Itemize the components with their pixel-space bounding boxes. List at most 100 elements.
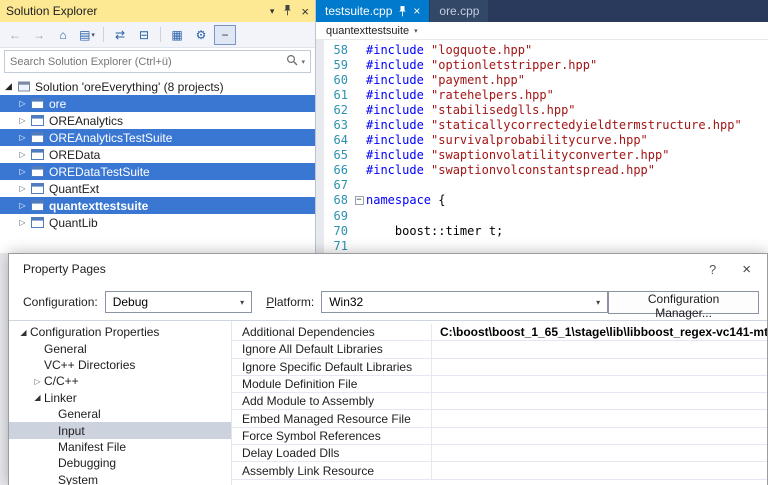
tab-ore-cpp[interactable]: ore.cpp — [430, 0, 488, 22]
code-line[interactable]: 66#include "swaptionvolconstantspread.hp… — [316, 163, 768, 178]
solution-tree-item[interactable]: ▷quantexttestsuite — [0, 197, 315, 214]
solution-tree-item[interactable]: ▷OREData — [0, 146, 315, 163]
code-line[interactable]: 71 — [316, 238, 768, 253]
dialog-tree-item[interactable]: General — [9, 340, 231, 356]
code-editor[interactable]: 58#include "logquote.hpp"59#include "opt… — [316, 40, 768, 253]
property-value[interactable] — [432, 341, 767, 357]
expander-collapsed-icon[interactable]: ▷ — [16, 218, 29, 227]
close-icon[interactable]: × — [301, 4, 309, 19]
tab-testsuite-cpp[interactable]: testsuite.cpp× — [316, 0, 429, 22]
preview-selected-items-icon[interactable]: − — [214, 25, 236, 45]
dialog-tree-label: C/C++ — [44, 374, 79, 388]
solution-tree-item[interactable]: ▷OREAnalytics — [0, 112, 315, 129]
code-text: #include "logquote.hpp" — [366, 43, 768, 57]
show-all-files-icon[interactable]: ▦ — [166, 25, 188, 45]
navigate-forward-icon[interactable]: → — [28, 25, 50, 45]
pin-icon[interactable] — [398, 6, 407, 17]
property-row[interactable]: Module Definition File — [232, 376, 767, 393]
code-line[interactable]: 59#include "optionletstripper.hpp" — [316, 57, 768, 72]
solution-tree: ◢Solution 'oreEverything' (8 projects)▷o… — [0, 76, 315, 253]
dialog-tree-item[interactable]: Debugging — [9, 455, 231, 471]
pin-icon[interactable] — [283, 5, 292, 18]
configuration-manager-button[interactable]: Configuration Manager... — [608, 291, 759, 314]
property-row[interactable]: Additional DependenciesC:\boost\boost_1_… — [232, 324, 767, 341]
code-line[interactable]: 64#include "survivalprobabilitycurve.hpp… — [316, 133, 768, 148]
navigate-back-icon[interactable]: ← — [4, 25, 26, 45]
solution-tree-item[interactable]: ▷ore — [0, 95, 315, 112]
property-value[interactable] — [432, 359, 767, 375]
fold-collapse-icon[interactable]: − — [352, 196, 366, 205]
home-icon[interactable]: ⌂ — [52, 25, 74, 45]
expander-collapsed-icon[interactable]: ▷ — [31, 377, 44, 386]
code-line[interactable]: 62#include "stabilisedglls.hpp" — [316, 102, 768, 117]
code-line[interactable]: 60#include "payment.hpp" — [316, 72, 768, 87]
navigation-bar[interactable]: quantexttestsuite ▾ — [316, 22, 768, 40]
collapse-all-icon[interactable]: ⊟ — [133, 25, 155, 45]
dialog-tree-item[interactable]: Input — [9, 422, 231, 438]
code-line[interactable]: 65#include "swaptionvolatilityconverter.… — [316, 148, 768, 163]
property-value[interactable] — [432, 445, 767, 461]
property-row[interactable]: Ignore Specific Default Libraries — [232, 359, 767, 376]
code-line[interactable]: 70 boost::timer t; — [316, 223, 768, 238]
expander-expanded-icon[interactable]: ◢ — [31, 393, 44, 402]
configuration-combobox[interactable]: Debug ▾ — [105, 291, 252, 313]
expander-expanded-icon[interactable]: ◢ — [2, 81, 15, 92]
property-value[interactable] — [432, 393, 767, 409]
dialog-tree-item[interactable]: VC++ Directories — [9, 357, 231, 373]
solution-explorer-titlebar[interactable]: Solution Explorer ▾ × — [0, 0, 315, 22]
platform-combobox[interactable]: Win32 ▾ — [321, 291, 608, 313]
dialog-tree-item[interactable]: System — [9, 472, 231, 485]
property-row[interactable]: Delay Loaded Dlls — [232, 445, 767, 462]
dialog-tree-item[interactable]: ◢Linker — [9, 390, 231, 406]
code-line[interactable]: 68−namespace { — [316, 193, 768, 208]
dialog-tree-item[interactable]: ▷C/C++ — [9, 373, 231, 389]
property-value[interactable] — [432, 428, 767, 444]
properties-icon[interactable]: ⚙ — [190, 25, 212, 45]
dialog-tree-item[interactable]: ◢Configuration Properties — [9, 324, 231, 340]
search-options-caret-icon[interactable]: ▾ — [301, 58, 305, 66]
solution-tree-item[interactable]: ▷OREDataTestSuite — [0, 163, 315, 180]
help-icon[interactable]: ? — [709, 262, 716, 277]
property-row[interactable]: Force Symbol References — [232, 428, 767, 445]
property-name: Assembly Link Resource — [232, 462, 432, 478]
solution-tree-item[interactable]: ◢Solution 'oreEverything' (8 projects) — [0, 78, 315, 95]
search-icon[interactable] — [286, 53, 298, 71]
property-row[interactable]: Embed Managed Resource File — [232, 410, 767, 427]
property-value[interactable] — [432, 410, 767, 426]
window-position-icon[interactable]: ▾ — [270, 6, 275, 17]
dialog-tree-item[interactable]: Manifest File — [9, 439, 231, 455]
expander-expanded-icon[interactable]: ◢ — [17, 328, 30, 337]
sync-with-active-document-icon[interactable]: ⇄ — [109, 25, 131, 45]
breadcrumb[interactable]: quantexttestsuite — [326, 25, 409, 37]
property-value[interactable] — [432, 462, 767, 478]
property-row[interactable]: Ignore All Default Libraries — [232, 341, 767, 358]
property-value[interactable]: C:\boost\boost_1_65_1\stage\lib\libboost… — [432, 324, 767, 340]
code-line[interactable]: 67 — [316, 178, 768, 193]
code-line[interactable]: 61#include "ratehelpers.hpp" — [316, 87, 768, 102]
solution-tree-item[interactable]: ▷OREAnalyticsTestSuite — [0, 129, 315, 146]
switch-views-icon[interactable]: ▤▾ — [76, 25, 98, 45]
expander-collapsed-icon[interactable]: ▷ — [16, 184, 29, 193]
expander-collapsed-icon[interactable]: ▷ — [16, 133, 29, 142]
solution-tree-item[interactable]: ▷QuantExt — [0, 180, 315, 197]
code-line[interactable]: 63#include "staticallycorrectedyieldterm… — [316, 117, 768, 132]
expander-collapsed-icon[interactable]: ▷ — [16, 150, 29, 159]
property-value[interactable] — [432, 376, 767, 392]
expander-collapsed-icon[interactable]: ▷ — [16, 201, 29, 210]
code-line[interactable]: 58#include "logquote.hpp" — [316, 42, 768, 57]
dialog-titlebar[interactable]: Property Pages ? × — [9, 254, 767, 284]
close-icon[interactable]: × — [742, 261, 751, 278]
solution-tree-item[interactable]: ▷QuantLib — [0, 214, 315, 231]
search-input[interactable] — [10, 56, 286, 68]
code-line[interactable]: 69 — [316, 208, 768, 223]
dialog-body: ◢Configuration PropertiesGeneralVC++ Dir… — [9, 321, 767, 485]
expander-collapsed-icon[interactable]: ▷ — [16, 167, 29, 176]
dialog-tree-label: VC++ Directories — [44, 358, 135, 372]
close-icon[interactable]: × — [413, 5, 420, 17]
dialog-tree-item[interactable]: General — [9, 406, 231, 422]
property-row[interactable]: Assembly Link Resource — [232, 462, 767, 479]
search-box[interactable]: ▾ — [4, 50, 311, 73]
expander-collapsed-icon[interactable]: ▷ — [16, 116, 29, 125]
property-row[interactable]: Add Module to Assembly — [232, 393, 767, 410]
expander-collapsed-icon[interactable]: ▷ — [16, 99, 29, 108]
